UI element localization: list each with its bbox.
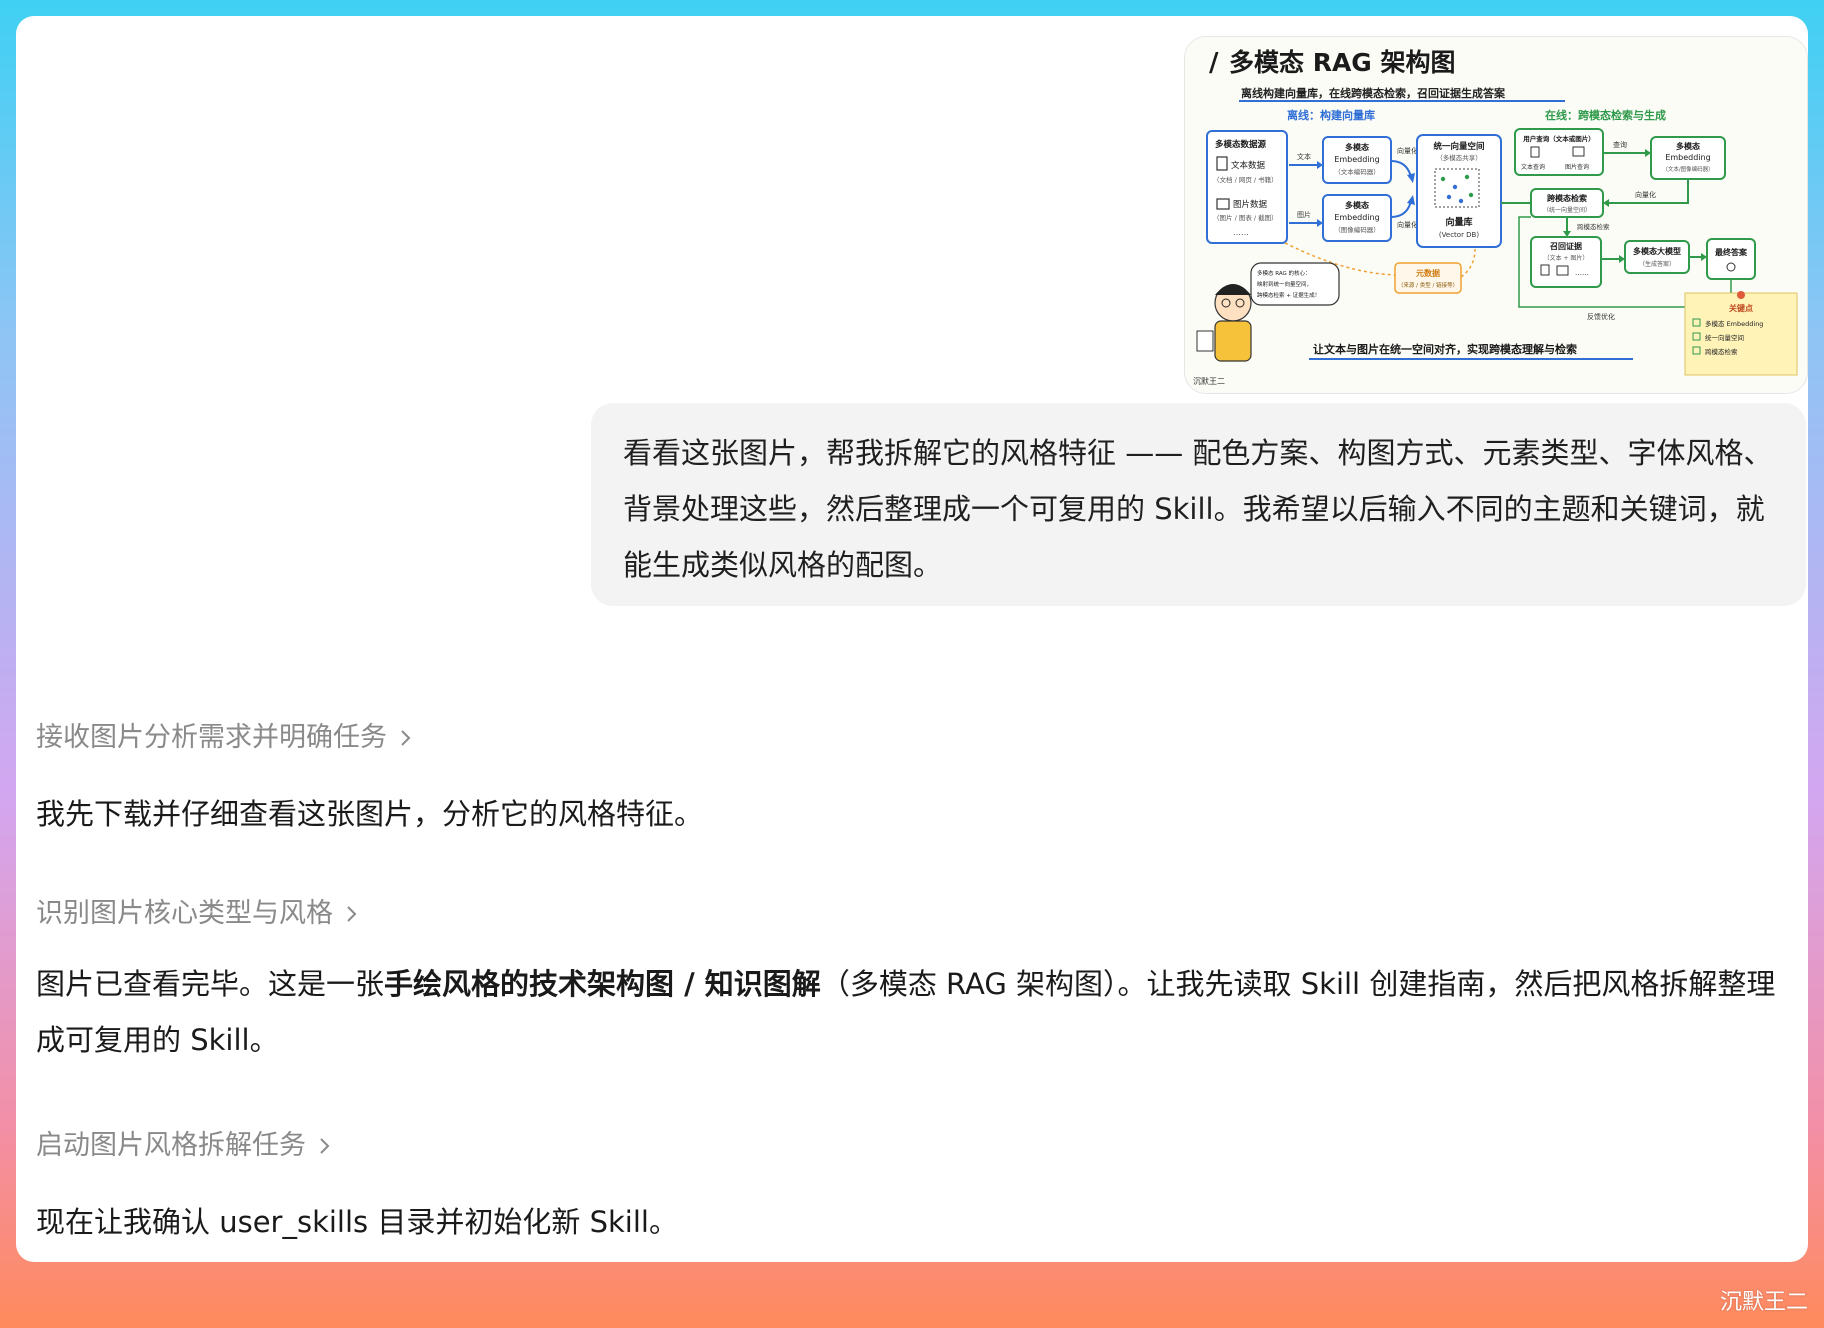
- step-label: 识别图片核心类型与风格: [36, 898, 333, 929]
- svg-text:最终答案: 最终答案: [1715, 247, 1748, 257]
- chevron-right-icon: [320, 1138, 330, 1154]
- svg-text:（生成答案）: （生成答案）: [1639, 260, 1675, 268]
- svg-text:向量化: 向量化: [1397, 146, 1418, 155]
- svg-text:（文本/图像编码器）: （文本/图像编码器）: [1662, 165, 1713, 173]
- svg-text:多模态大模型: 多模态大模型: [1633, 246, 1681, 256]
- svg-text:（文本 + 图片）: （文本 + 图片）: [1544, 254, 1589, 262]
- offline-label: 离线：构建向量库: [1287, 108, 1375, 122]
- diagram-signature: 沉默王二: [1193, 376, 1225, 386]
- svg-text:Embedding: Embedding: [1334, 155, 1379, 164]
- diagram-subtitle: 离线构建向量库，在线跨模态检索，召回证据生成答案: [1241, 86, 1506, 100]
- step-toggle-receive-task[interactable]: 接收图片分析需求并明确任务: [36, 720, 415, 756]
- architecture-diagram: / 多模态 RAG 架构图 离线构建向量库，在线跨模态检索，召回证据生成答案 离…: [1185, 37, 1807, 393]
- watermark: 沉默王二: [1719, 1290, 1808, 1315]
- step-toggle-identify-style[interactable]: 识别图片核心类型与风格: [36, 896, 361, 932]
- svg-text:（文本编码器）: （文本编码器）: [1334, 167, 1380, 176]
- svg-text:向量化: 向量化: [1635, 190, 1656, 199]
- svg-text:多模态数据源: 多模态数据源: [1215, 139, 1267, 150]
- pin-icon: [1737, 291, 1745, 299]
- user-message-text: 看看这张图片，帮我拆解它的风格特征 —— 配色方案、构图方式、元素类型、字体风格…: [623, 436, 1773, 582]
- svg-text:向量库: 向量库: [1445, 216, 1472, 228]
- step-label: 接收图片分析需求并明确任务: [36, 722, 387, 753]
- svg-text:Embedding: Embedding: [1665, 153, 1710, 162]
- highlight-text: 手绘风格的技术架构图 / 知识图解: [384, 967, 821, 1001]
- svg-text:（来源 / 类型 / 链接等）: （来源 / 类型 / 链接等）: [1398, 281, 1458, 289]
- svg-text:（统一向量空间）: （统一向量空间）: [1543, 206, 1591, 214]
- svg-text:图片查询: 图片查询: [1565, 163, 1589, 171]
- svg-text:召回证据: 召回证据: [1550, 241, 1582, 251]
- svg-text:(Vector DB): (Vector DB): [1439, 231, 1479, 239]
- chevron-right-icon: [401, 730, 411, 746]
- svg-text:查询: 查询: [1613, 140, 1627, 149]
- svg-text:（多模态共享）: （多模态共享）: [1436, 153, 1482, 162]
- svg-text:多模态 RAG 的核心：: 多模态 RAG 的核心：: [1257, 269, 1311, 277]
- clipboard-icon: [1196, 330, 1214, 352]
- chevron-right-icon: [347, 906, 357, 922]
- svg-text:统一向量空间: 统一向量空间: [1705, 333, 1744, 342]
- svg-text:跨模态检索: 跨模态检索: [1547, 193, 1587, 203]
- svg-text:多模态 Embedding: 多模态 Embedding: [1705, 319, 1763, 328]
- svg-text:跨模态检索: 跨模态检索: [1577, 222, 1610, 231]
- diagram-caption: 让文本与图片在统一空间对齐，实现跨模态理解与检索: [1313, 342, 1577, 356]
- svg-text:（图像编码器）: （图像编码器）: [1334, 225, 1380, 234]
- svg-text:文本查询: 文本查询: [1521, 163, 1545, 171]
- svg-text:反馈优化: 反馈优化: [1587, 312, 1615, 321]
- svg-text:多模态: 多模态: [1676, 141, 1700, 151]
- svg-text:Embedding: Embedding: [1334, 213, 1379, 222]
- svg-text:……: ……: [1233, 228, 1249, 237]
- attached-image[interactable]: / 多模态 RAG 架构图 离线构建向量库，在线跨模态检索，召回证据生成答案 离…: [1184, 36, 1808, 394]
- step-toggle-start-style-task[interactable]: 启动图片风格拆解任务: [36, 1128, 334, 1164]
- diagram-title-slash: /: [1209, 48, 1219, 78]
- online-label: 在线：跨模态检索与生成: [1545, 108, 1666, 122]
- svg-text:用户查询（文本或图片）: 用户查询（文本或图片）: [1522, 134, 1595, 143]
- svg-text:多模态: 多模态: [1345, 200, 1369, 210]
- svg-text:（文档 / 网页 / 书籍）: （文档 / 网页 / 书籍）: [1213, 175, 1278, 184]
- assistant-reply-3: 现在让我确认 user_skills 目录并初始化新 Skill。: [36, 1205, 678, 1239]
- svg-text:文本数据: 文本数据: [1231, 160, 1266, 171]
- user-message-bubble: 看看这张图片，帮我拆解它的风格特征 —— 配色方案、构图方式、元素类型、字体风格…: [591, 403, 1806, 606]
- chat-panel: / 多模态 RAG 架构图 离线构建向量库，在线跨模态检索，召回证据生成答案 离…: [16, 16, 1808, 1262]
- svg-text:映射到统一向量空间，: 映射到统一向量空间，: [1257, 280, 1312, 288]
- svg-text:跨模态检索: 跨模态检索: [1705, 347, 1738, 356]
- svg-text:图片: 图片: [1297, 210, 1311, 219]
- svg-text:图片数据: 图片数据: [1233, 199, 1268, 210]
- svg-text:多模态: 多模态: [1345, 142, 1369, 152]
- step-label: 启动图片风格拆解任务: [36, 1130, 306, 1161]
- svg-text:关键点: 关键点: [1729, 303, 1753, 313]
- svg-text:向量化: 向量化: [1397, 220, 1418, 229]
- svg-text:元数据: 元数据: [1416, 268, 1440, 278]
- final-answer-box: [1706, 238, 1756, 280]
- assistant-reply-1: 我先下载并仔细查看这张图片，分析它的风格特征。: [36, 797, 704, 831]
- llm-box: [1624, 240, 1690, 274]
- diagram-title: 多模态 RAG 架构图: [1229, 48, 1456, 77]
- svg-text:统一向量空间: 统一向量空间: [1433, 141, 1484, 152]
- svg-text:……: ……: [1575, 269, 1589, 277]
- svg-text:文本: 文本: [1297, 152, 1311, 161]
- svg-text:（图片 / 图表 / 截图）: （图片 / 图表 / 截图）: [1213, 213, 1278, 222]
- assistant-reply-2: 图片已查看完毕。这是一张手绘风格的技术架构图 / 知识图解（多模态 RAG 架构…: [36, 967, 1776, 1057]
- svg-text:跨模态检索 + 证据生成！: 跨模态检索 + 证据生成！: [1257, 291, 1320, 299]
